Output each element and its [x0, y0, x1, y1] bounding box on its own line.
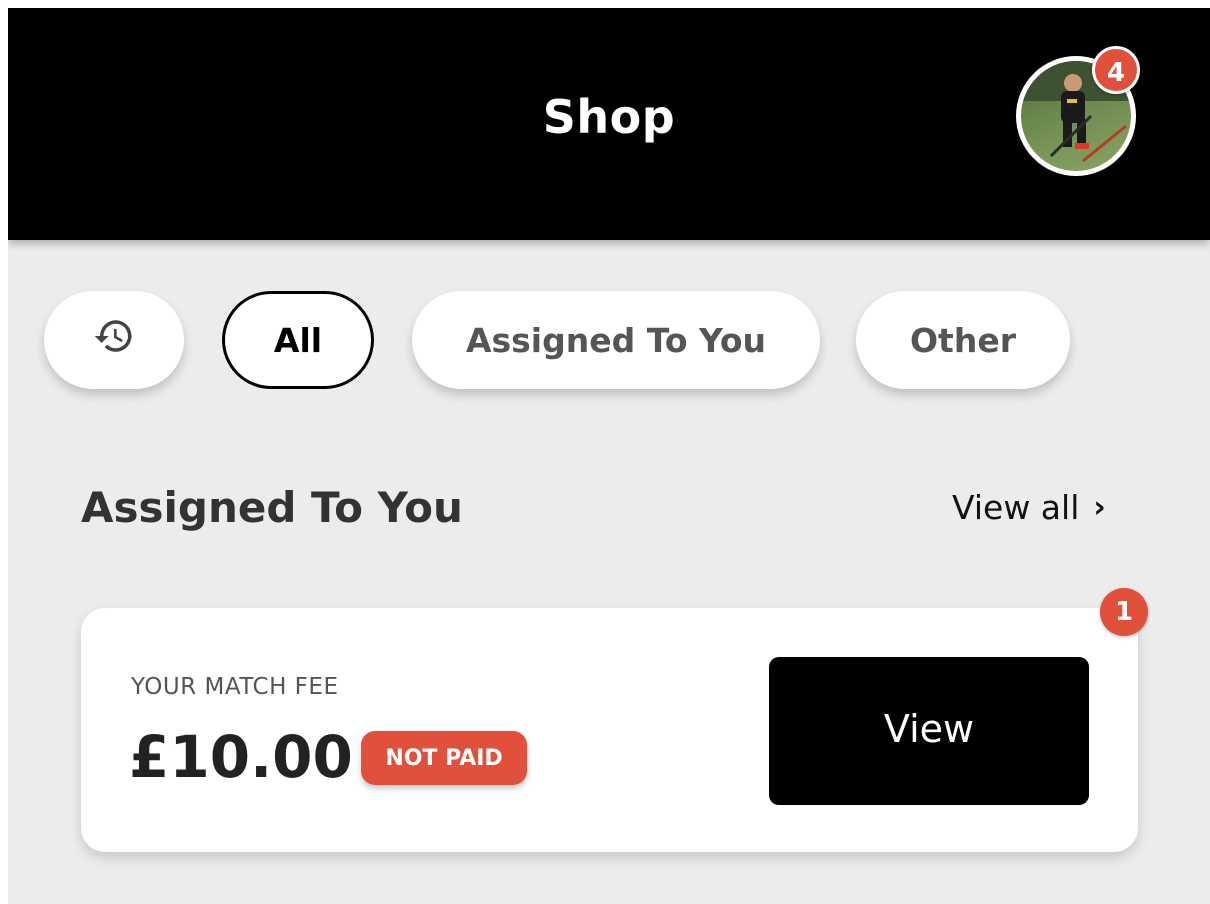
card-label: YOUR MATCH FEE [131, 674, 339, 700]
card-count-badge: 1 [1100, 588, 1148, 636]
view-button[interactable]: View [769, 657, 1089, 805]
match-fee-card: YOUR MATCH FEE £10.00 NOT PAID View [81, 608, 1138, 852]
filter-chip-other[interactable]: Other [856, 291, 1070, 389]
history-filter-button[interactable] [44, 291, 184, 389]
notification-badge: 4 [1092, 46, 1140, 94]
app-header: Shop [8, 8, 1210, 240]
shop-screen: Shop All Assigned To You Other Assigned … [8, 8, 1210, 904]
section-title: Assigned To You [81, 483, 463, 532]
view-all-label: View all [952, 488, 1080, 527]
filter-chip-label: Assigned To You [465, 320, 767, 360]
price: £10.00 [129, 723, 353, 791]
filter-chip-assigned-to-you[interactable]: Assigned To You [412, 291, 820, 389]
filter-chip-label: Other [910, 320, 1016, 360]
chevron-right-icon: › [1093, 490, 1106, 525]
view-all-link[interactable]: View all › [952, 488, 1106, 527]
history-icon [93, 315, 135, 365]
filter-chip-all[interactable]: All [222, 291, 374, 389]
status-badge: NOT PAID [361, 731, 527, 785]
filter-chip-label: All [273, 320, 323, 360]
